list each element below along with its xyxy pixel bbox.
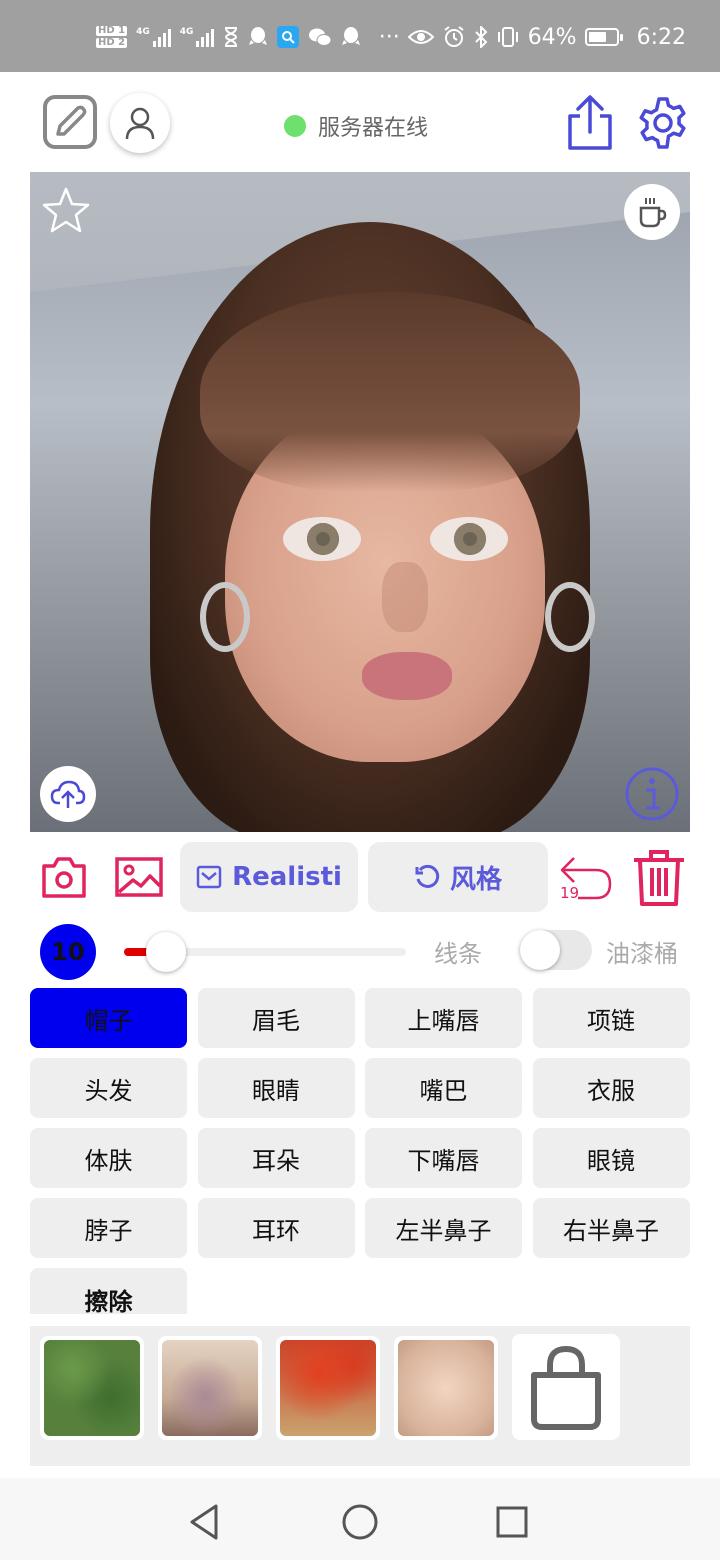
style-label: 风格 <box>449 864 502 895</box>
part-button-3[interactable]: 项链 <box>532 988 690 1048</box>
overflow-indicator: ··· <box>378 24 400 50</box>
edit-canvas[interactable] <box>30 172 690 832</box>
part-button-16[interactable]: 擦除 <box>30 1268 187 1316</box>
status-bar-right: ··· 64% 6:22 <box>379 22 686 52</box>
photo-nose <box>382 562 428 632</box>
camera-button[interactable] <box>40 854 88 900</box>
part-button-2[interactable]: 上嘴唇 <box>365 988 522 1048</box>
realistic-mode-button[interactable]: Realisti <box>180 842 358 912</box>
part-button-0[interactable]: 帽子 <box>30 988 187 1048</box>
photo-right-eye <box>430 517 508 561</box>
part-button-8[interactable]: 体肤 <box>30 1128 187 1188</box>
sim-indicator: HD 1 HD 2 <box>96 25 128 48</box>
fill-mode-label: 油漆桶 <box>606 940 678 968</box>
server-status-label: 服务器在线 <box>318 116 429 141</box>
vibrate-icon <box>497 27 518 47</box>
photo-lips <box>362 652 452 700</box>
brush-controls: 10 线条 油漆桶 <box>0 920 720 984</box>
user-profile-button[interactable] <box>110 93 170 153</box>
recents-nav-button[interactable] <box>492 1502 532 1542</box>
status-bar: HD 1 HD 2 4G 4G ··· 64% 6:22 <box>0 0 720 72</box>
brush-size-slider-thumb[interactable] <box>146 932 187 972</box>
realistic-mode-label: Realisti <box>232 862 342 892</box>
gallery-button[interactable] <box>114 854 164 900</box>
part-button-10[interactable]: 下嘴唇 <box>365 1128 522 1188</box>
app-header: 服务器在线 <box>0 72 720 172</box>
part-button-7[interactable]: 衣服 <box>532 1058 690 1118</box>
share-button[interactable] <box>564 94 616 152</box>
home-nav-button[interactable] <box>340 1502 380 1542</box>
line-mode-label: 线条 <box>434 940 482 968</box>
rotate-icon <box>415 864 440 888</box>
info-icon[interactable] <box>624 766 680 822</box>
mail-check-icon <box>196 865 222 889</box>
texture-green-foliage[interactable] <box>40 1336 144 1440</box>
user-icon <box>125 107 155 140</box>
part-button-5[interactable]: 眼睛 <box>197 1058 355 1118</box>
hourglass-icon <box>225 27 238 47</box>
fill-mode-toggle[interactable] <box>520 930 592 970</box>
fill-mode-toggle-knob <box>520 930 560 970</box>
wechat-icon <box>309 28 332 46</box>
battery-icon <box>584 28 623 46</box>
coffee-icon <box>639 198 667 228</box>
bluetooth-icon <box>474 26 488 48</box>
part-button-12[interactable]: 脖子 <box>30 1198 187 1258</box>
qq2-icon <box>342 27 361 45</box>
brush-size-slider[interactable] <box>124 932 406 972</box>
texture-store-button[interactable] <box>512 1334 620 1440</box>
texture-skin-blur[interactable] <box>394 1336 498 1440</box>
edit-sketch-button[interactable] <box>42 94 98 150</box>
part-button-6[interactable]: 嘴巴 <box>365 1058 522 1118</box>
network1-label: 4G <box>136 27 150 37</box>
texture-red-flowers[interactable] <box>276 1336 380 1440</box>
brush-size-badge: 10 <box>40 924 96 980</box>
part-button-15[interactable]: 右半鼻子 <box>532 1198 690 1258</box>
star-icon[interactable] <box>40 186 92 234</box>
part-button-1[interactable]: 眉毛 <box>197 988 355 1048</box>
photo-earring-right <box>545 582 595 652</box>
server-status-dot <box>284 115 306 137</box>
undo-count: 19 <box>560 884 580 902</box>
coffee-button[interactable] <box>624 184 680 240</box>
part-button-13[interactable]: 耳环 <box>197 1198 355 1258</box>
part-button-14[interactable]: 左半鼻子 <box>365 1198 522 1258</box>
network2-label: 4G <box>179 27 194 37</box>
cloud-upload-icon <box>50 780 86 808</box>
cloud-upload-button[interactable] <box>40 766 96 822</box>
trash-button[interactable] <box>632 848 686 908</box>
texture-lace-fabric[interactable] <box>158 1336 262 1440</box>
action-toolbar: Realisti 风格 19 <box>0 842 720 912</box>
signal2-icon <box>196 27 215 47</box>
search-app-icon <box>277 26 300 48</box>
texture-strip <box>30 1326 690 1466</box>
system-nav-bar <box>0 1478 720 1560</box>
signal1-icon <box>152 27 171 47</box>
eye-icon <box>407 30 434 44</box>
clock: 6:22 <box>636 24 686 50</box>
alarm-icon <box>444 26 464 47</box>
settings-gear-button[interactable] <box>636 96 690 150</box>
part-button-9[interactable]: 耳朵 <box>197 1128 355 1188</box>
sim2-label: HD 2 <box>96 37 128 48</box>
photo-earring-left <box>200 582 250 652</box>
server-status: 服务器在线 <box>284 110 428 142</box>
back-nav-button[interactable] <box>186 1502 226 1542</box>
sim1-label: HD 1 <box>96 25 128 36</box>
photo-left-eye <box>283 517 361 561</box>
style-button[interactable]: 风格 <box>368 842 548 912</box>
battery-fill <box>588 32 606 42</box>
shopping-bag-icon <box>531 1345 601 1430</box>
photo-bangs <box>200 292 580 492</box>
battery-percent: 64% <box>527 24 577 50</box>
part-button-4[interactable]: 头发 <box>30 1058 187 1118</box>
qq-icon <box>249 27 268 45</box>
part-button-11[interactable]: 眼镜 <box>532 1128 690 1188</box>
status-bar-left: HD 1 HD 2 4G 4G <box>96 22 361 52</box>
